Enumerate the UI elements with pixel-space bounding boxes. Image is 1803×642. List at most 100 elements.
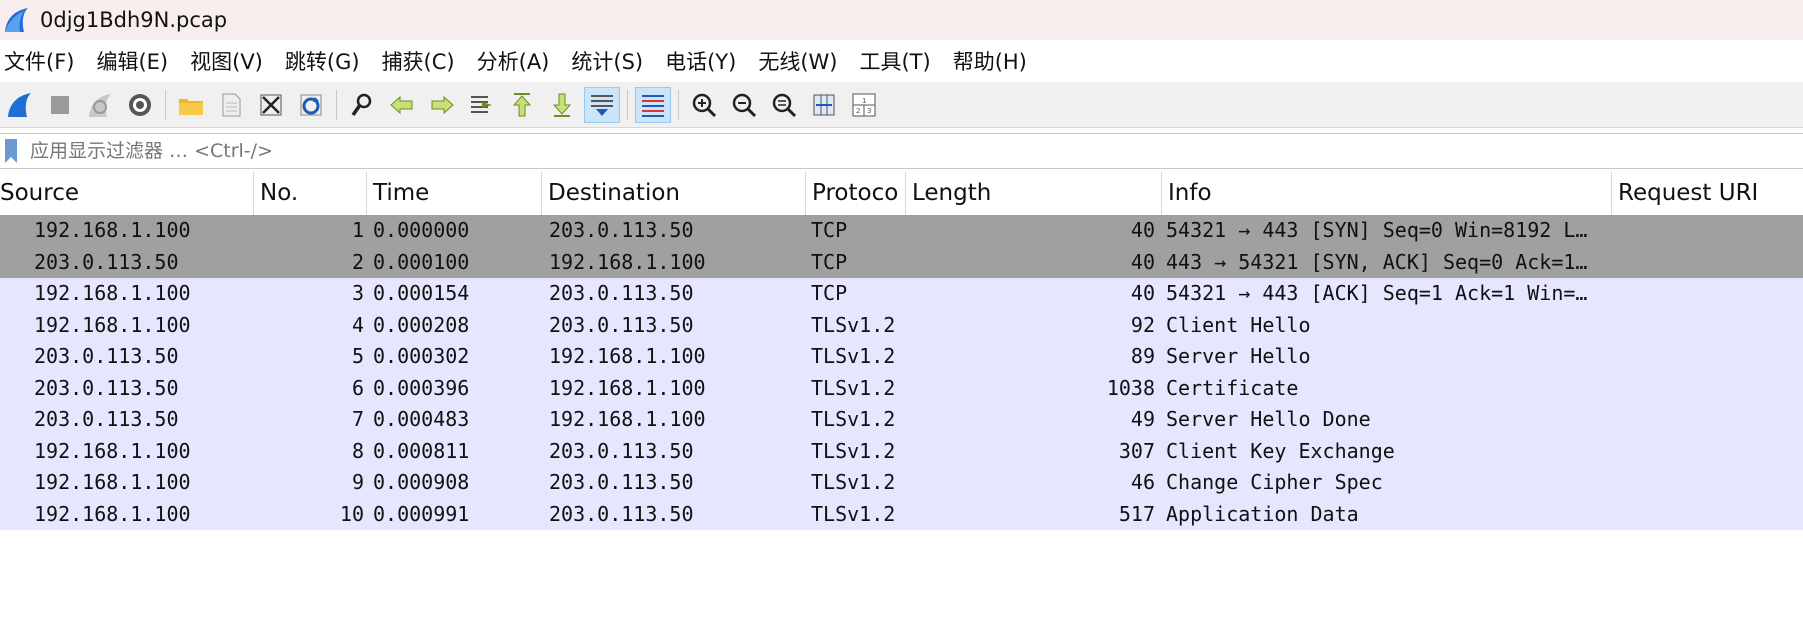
packet-cell-source: 192.168.1.100 (34, 281, 191, 305)
packet-cell-length: 40 (1130, 218, 1155, 242)
normal-size-button[interactable] (766, 87, 802, 123)
svg-text:2: 2 (856, 107, 860, 115)
packet-cell-destination: 203.0.113.50 (549, 218, 694, 242)
zoom-in-button[interactable] (686, 87, 722, 123)
packet-row[interactable]: 192.168.1.100 8 0.000811 203.0.113.50 TLSv1.… (0, 435, 1803, 467)
go-to-packet-icon (471, 95, 492, 113)
go-forward-button[interactable] (424, 87, 460, 123)
packet-cell-destination: 192.168.1.100 (549, 375, 706, 400)
menu-help[interactable]: 帮助(H) (947, 46, 1039, 76)
menu-analyze[interactable]: 分析(A) (471, 46, 562, 76)
stop-capture-button[interactable] (42, 87, 78, 123)
zoom-out-button[interactable] (726, 87, 762, 123)
packet-cell-uri (1618, 278, 1803, 310)
reload-file-button[interactable] (293, 87, 329, 123)
normal-size-icon (772, 93, 797, 117)
open-file-icon (179, 98, 203, 115)
packet-cell-info: Application Data (1166, 501, 1359, 526)
column-header-source[interactable]: Source (0, 172, 254, 215)
auto-scroll-button[interactable] (584, 86, 620, 123)
layout-button[interactable]: 123 (846, 87, 882, 123)
start-capture-button[interactable] (2, 87, 38, 123)
packet-cell-length: 1038 (1106, 375, 1155, 400)
packet-cell-source: 192.168.1.100 (34, 470, 191, 494)
column-header-destination[interactable]: Destination (542, 172, 806, 215)
packet-cell-protocol: TLSv1.2 (811, 375, 896, 400)
menu-wireless[interactable]: 无线(W) (752, 46, 849, 76)
packet-cell-uri (1618, 247, 1803, 279)
go-first-button[interactable] (504, 87, 540, 123)
open-file-button[interactable] (173, 87, 209, 123)
menu-tools[interactable]: 工具(T) (853, 46, 942, 76)
colorize-button[interactable] (635, 86, 671, 123)
menu-edit[interactable]: 编辑(E) (90, 46, 180, 76)
packet-cell-time: 0.000100 (373, 249, 470, 274)
display-filter-input[interactable] (28, 135, 1803, 167)
resize-columns-icon (813, 94, 835, 115)
menu-statistics[interactable]: 统计(S) (565, 46, 655, 76)
restart-capture-button[interactable] (82, 87, 118, 123)
resize-columns-button[interactable] (806, 87, 842, 123)
main-toolbar: 123 (0, 82, 1803, 128)
packet-row[interactable]: 203.0.113.50 7 0.000483 192.168.1.100 TLSv1.… (0, 404, 1803, 436)
packet-cell-length: 40 (1130, 281, 1155, 305)
filter-bookmark-icon[interactable] (4, 139, 18, 163)
packet-cell-time: 0.000154 (373, 281, 470, 305)
packet-row[interactable]: 192.168.1.100 3 0.000154 203.0.113.50 TCP 40 5… (0, 278, 1803, 310)
go-last-button[interactable] (544, 87, 580, 123)
packet-row[interactable]: 203.0.113.50 6 0.000396 192.168.1.100 TLSv1.… (0, 372, 1803, 404)
packet-row[interactable]: 203.0.113.50 2 0.000100 192.168.1.100 TCP 40 4… (0, 246, 1803, 279)
packet-cell-no: 4 (351, 312, 364, 337)
zoom-out-icon (732, 93, 757, 117)
menu-view[interactable]: 视图(V) (184, 46, 275, 76)
column-header-request-uri[interactable]: Request URI (1612, 172, 1803, 215)
wireshark-fin-icon (5, 8, 28, 32)
close-file-button[interactable] (253, 87, 289, 123)
column-header-time[interactable]: Time (367, 172, 542, 215)
packet-row[interactable]: 192.168.1.100 9 0.000908 203.0.113.50 TLSv1.… (0, 467, 1803, 499)
start-capture-icon (8, 92, 31, 117)
stop-capture-icon (51, 95, 69, 114)
capture-options-button[interactable] (122, 87, 158, 123)
toolbar-separator (627, 89, 628, 120)
packet-row[interactable]: 203.0.113.50 5 0.000302 192.168.1.100 TLSv1.… (0, 341, 1803, 373)
column-header-no[interactable]: No. (254, 172, 367, 215)
packet-cell-source: 203.0.113.50 (34, 375, 179, 400)
packet-cell-destination: 203.0.113.50 (549, 470, 694, 494)
packet-cell-info: Server Hello (1166, 344, 1311, 368)
packet-list: 192.168.1.100 1 0.000000 203.0.113.50 TCP 40 5… (0, 215, 1803, 530)
layout-icon: 12 3 (852, 93, 876, 116)
packet-cell-info: Server Hello Done (1166, 407, 1371, 431)
menu-bar: 文件(F) 编辑(E) 视图(V) 跳转(G) 捕获(C) 分析(A) 统计(S… (0, 40, 1803, 82)
go-back-button[interactable] (384, 87, 420, 123)
packet-cell-no: 7 (351, 407, 364, 431)
menu-capture[interactable]: 捕获(C) (376, 46, 467, 76)
column-header-info[interactable]: Info (1162, 172, 1612, 215)
packet-cell-protocol: TCP (811, 281, 848, 305)
find-packet-button[interactable] (344, 87, 380, 123)
packet-row[interactable]: 192.168.1.100 10 0.000991 203.0.113.50 TLSv1… (0, 498, 1803, 530)
packet-cell-uri (1618, 215, 1803, 247)
save-file-button[interactable] (213, 87, 249, 123)
go-to-packet-button[interactable] (464, 87, 500, 123)
packet-cell-length: 307 (1118, 438, 1155, 463)
packet-cell-time: 0.000302 (373, 344, 470, 368)
packet-cell-destination: 203.0.113.50 (549, 312, 694, 337)
column-header-protocol[interactable]: Protoco (806, 172, 906, 215)
packet-cell-length: 46 (1130, 470, 1155, 494)
packet-cell-protocol: TLSv1.2 (811, 470, 896, 494)
menu-file[interactable]: 文件(F) (0, 46, 86, 76)
packet-cell-no: 3 (351, 281, 364, 305)
packet-row[interactable]: 192.168.1.100 4 0.000208 203.0.113.50 TLSv1.… (0, 309, 1803, 341)
close-file-icon (260, 94, 282, 115)
column-header-length[interactable]: Length (906, 172, 1162, 215)
packet-row[interactable]: 192.168.1.100 1 0.000000 203.0.113.50 TCP 40 5… (0, 215, 1803, 247)
packet-cell-protocol: TCP (811, 218, 848, 242)
packet-cell-info: Client Hello (1166, 312, 1311, 337)
svg-text:1: 1 (862, 97, 866, 105)
menu-telephony[interactable]: 电话(Y) (659, 46, 748, 76)
menu-go[interactable]: 跳转(G) (279, 46, 372, 76)
window-title: 0djg1Bdh9N.pcap (40, 8, 228, 32)
packet-cell-destination: 192.168.1.100 (549, 344, 706, 368)
packet-cell-length: 517 (1118, 501, 1155, 526)
